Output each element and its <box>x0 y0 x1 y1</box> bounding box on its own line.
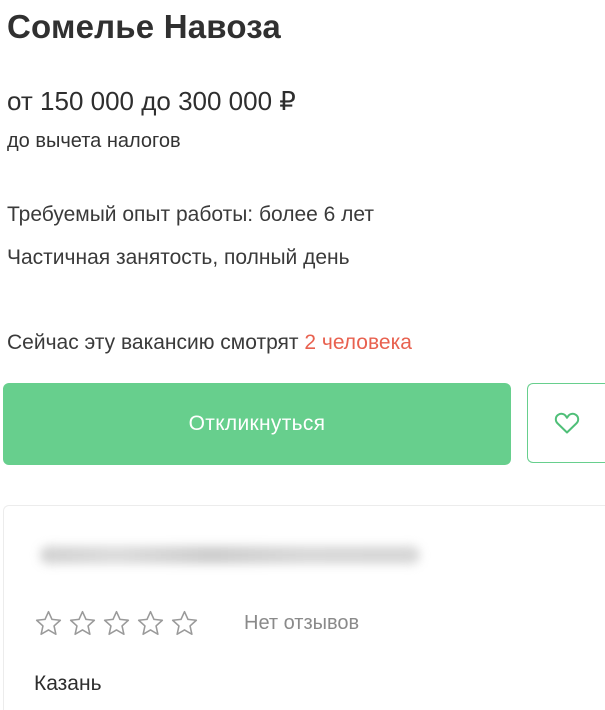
heart-icon <box>554 412 579 434</box>
star-icon <box>171 610 198 636</box>
viewers-notice: Сейчас эту вакансию смотрят 2 человека <box>7 331 412 355</box>
employment-type: Частичная занятость, полный день <box>7 246 350 269</box>
reviews-label[interactable]: Нет отзывов <box>244 612 359 635</box>
star-icon <box>35 610 62 636</box>
star-icon <box>69 610 96 636</box>
favorite-button[interactable] <box>527 383 605 463</box>
star-icon <box>137 610 164 636</box>
vacancy-title: Сомелье Навоза <box>7 8 281 45</box>
salary-range: от 150 000 до 300 000 ₽ <box>7 86 296 116</box>
viewers-prefix: Сейчас эту вакансию смотрят <box>7 331 299 354</box>
experience-requirement: Требуемый опыт работы: более 6 лет <box>7 203 375 226</box>
company-name-blurred[interactable] <box>40 546 420 564</box>
apply-button[interactable]: Откликнуться <box>3 383 511 465</box>
rating-stars <box>34 609 199 638</box>
employer-card: Нет отзывов Казань <box>3 505 605 710</box>
star-icon <box>103 610 130 636</box>
city-label: Казань <box>34 672 102 695</box>
salary-note: до вычета налогов <box>7 130 181 152</box>
viewers-count: 2 человека <box>304 331 412 354</box>
